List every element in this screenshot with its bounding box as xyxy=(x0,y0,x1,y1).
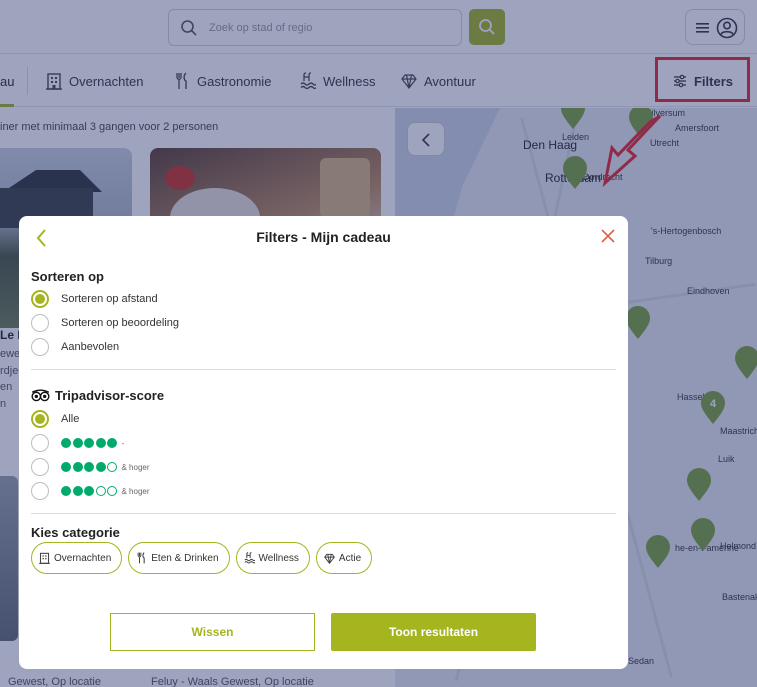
rating-bubble-filled-icon xyxy=(72,462,83,472)
chip-label: Actie xyxy=(338,552,362,564)
rating-bubble-filled-icon xyxy=(95,438,106,448)
sort-option-beoordeling[interactable]: Sorteren op beoordeling xyxy=(31,312,179,334)
rating-suffix: & hoger xyxy=(121,486,150,496)
category-chip-wellness[interactable]: Wellness xyxy=(235,542,310,574)
sort-section-title-text: Sorteren op xyxy=(31,269,104,284)
rating-bubbles xyxy=(61,486,119,496)
building-icon xyxy=(39,552,50,564)
rating-bubbles xyxy=(61,438,119,448)
radio-button[interactable] xyxy=(31,458,49,476)
tripadvisor-section-title: Tripadvisor-score xyxy=(31,388,164,403)
rating-option-alle[interactable]: Alle xyxy=(31,408,79,430)
rating-option-5[interactable]: - xyxy=(31,432,124,454)
rating-suffix: - xyxy=(121,438,125,448)
rating-bubble-empty-icon xyxy=(95,486,106,496)
spa-icon xyxy=(244,552,255,564)
rating-bubble-filled-icon xyxy=(72,486,83,496)
chip-label: Overnachten xyxy=(54,552,112,564)
rating-bubble-empty-icon xyxy=(107,486,117,496)
category-chips: Overnachten Eten & Drinken Wellness Acti… xyxy=(31,542,378,574)
radio-button[interactable] xyxy=(31,434,49,452)
rating-option-4[interactable]: & hoger xyxy=(31,456,150,478)
radio-label: Aanbevolen xyxy=(61,341,120,353)
category-section-title: Kies categorie xyxy=(31,525,120,540)
category-section-title-text: Kies categorie xyxy=(31,525,120,540)
rating-bubble-filled-icon xyxy=(84,438,94,448)
rating-bubble-filled-icon xyxy=(61,462,71,472)
diamond-icon xyxy=(324,553,335,564)
rating-bubble-filled-icon xyxy=(84,462,94,472)
rating-bubble-filled-icon xyxy=(95,462,106,472)
sort-option-aanbevolen[interactable]: Aanbevolen xyxy=(31,336,119,358)
category-chip-overnachten[interactable]: Overnachten xyxy=(31,542,123,574)
modal-title: Filters - Mijn cadeau xyxy=(256,229,391,245)
close-icon[interactable] xyxy=(600,228,616,244)
fork-knife-icon xyxy=(136,552,147,564)
radio-button[interactable] xyxy=(31,314,49,332)
show-results-button[interactable]: Toon resultaten xyxy=(331,613,536,651)
rating-bubble-filled-icon xyxy=(72,438,83,448)
rating-bubbles xyxy=(61,462,119,472)
chip-label: Eten & Drinken xyxy=(151,552,219,564)
radio-label: Sorteren op beoordeling xyxy=(61,317,180,329)
clear-filters-button[interactable]: Wissen xyxy=(110,613,315,651)
category-chip-actie[interactable]: Actie xyxy=(315,542,373,574)
sort-option-afstand[interactable]: Sorteren op afstand xyxy=(31,288,158,310)
radio-label: Alle xyxy=(61,413,80,425)
chip-label: Wellness xyxy=(258,552,299,564)
radio-button[interactable] xyxy=(31,338,49,356)
radio-button[interactable] xyxy=(31,290,49,308)
tripadvisor-owl-icon xyxy=(31,389,50,402)
radio-label: Sorteren op afstand xyxy=(61,293,158,305)
category-chip-eten-drinken[interactable]: Eten & Drinken xyxy=(128,542,230,574)
radio-button[interactable] xyxy=(31,410,49,428)
rating-option-3[interactable]: & hoger xyxy=(31,480,150,502)
section-divider xyxy=(31,513,616,514)
rating-bubble-filled-icon xyxy=(61,486,71,496)
rating-bubble-filled-icon xyxy=(84,486,94,496)
tripadvisor-section-title-text: Tripadvisor-score xyxy=(55,388,165,403)
filters-modal: Filters - Mijn cadeau Sorteren op Sorter… xyxy=(19,216,628,669)
sort-section-title: Sorteren op xyxy=(31,269,104,284)
rating-bubble-filled-icon xyxy=(61,438,71,448)
rating-bubble-filled-icon xyxy=(107,438,117,448)
rating-suffix: & hoger xyxy=(121,462,150,472)
radio-button[interactable] xyxy=(31,482,49,500)
rating-bubble-empty-icon xyxy=(107,462,117,472)
section-divider xyxy=(31,369,616,370)
